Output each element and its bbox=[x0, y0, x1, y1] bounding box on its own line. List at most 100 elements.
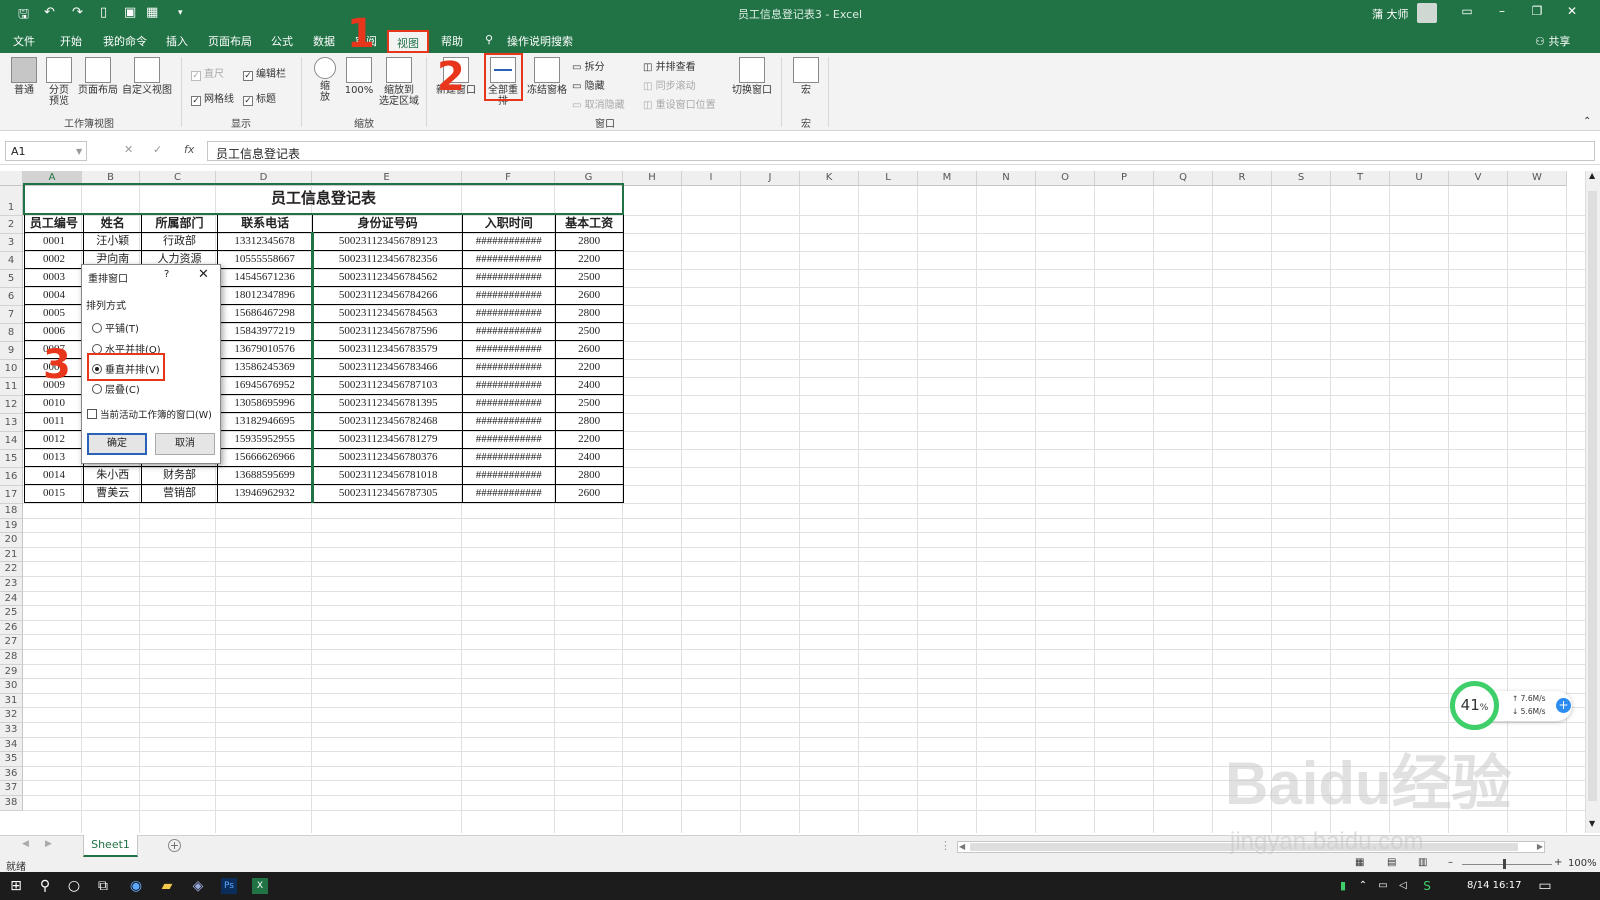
zoom-out-icon[interactable]: – bbox=[1448, 857, 1453, 868]
table-cell[interactable]: ############ bbox=[461, 394, 556, 413]
row-header[interactable]: 30 bbox=[0, 679, 23, 694]
radio-tiled[interactable]: 平铺(T) bbox=[92, 320, 139, 335]
zoom-slider-thumb[interactable] bbox=[1503, 859, 1506, 869]
column-header[interactable]: N bbox=[977, 171, 1036, 186]
row-header[interactable]: 16 bbox=[0, 468, 23, 486]
zoom-to-selection-button[interactable]: 缩放到 选定区域 bbox=[377, 57, 421, 107]
header-cell[interactable]: 员工编号 bbox=[23, 213, 85, 233]
row-header[interactable]: 3 bbox=[0, 234, 23, 252]
view-side-by-side-button[interactable]: ◫ 并排查看 bbox=[643, 58, 696, 73]
table-cell[interactable]: ############ bbox=[461, 250, 556, 269]
memory-usage-ring[interactable]: 41% bbox=[1450, 681, 1499, 730]
photoshop-icon[interactable]: Ps bbox=[221, 878, 237, 894]
table-cell[interactable]: 500231123456782468 bbox=[311, 412, 463, 431]
row-header[interactable]: 33 bbox=[0, 723, 23, 738]
spreadsheet-grid[interactable]: ABCDEFGHIJKLMNOPQRSTUVW 1 2 3 4 5 6 7 8 9 10 11 12 1… bbox=[0, 171, 1600, 833]
table-cell[interactable]: 500231123456789123 bbox=[311, 232, 463, 251]
table-cell[interactable]: 2800 bbox=[554, 466, 624, 485]
row-header[interactable]: 9 bbox=[0, 342, 23, 360]
close-icon[interactable]: ✕ bbox=[1560, 4, 1584, 18]
tab-insert[interactable]: 插入 bbox=[166, 33, 188, 49]
normal-view-button[interactable]: 普通 bbox=[7, 57, 41, 96]
table-cell[interactable]: 2200 bbox=[554, 358, 624, 377]
scroll-left-icon[interactable]: ◀ bbox=[959, 842, 965, 851]
table-cell[interactable]: 朱小西 bbox=[83, 466, 143, 485]
table-cell[interactable]: 0013 bbox=[23, 448, 85, 467]
row-header[interactable]: 23 bbox=[0, 577, 23, 592]
zoom-button[interactable]: 缩 放 bbox=[310, 57, 340, 103]
add-sheet-icon[interactable]: + bbox=[168, 839, 181, 852]
search-icon[interactable]: ⚲ bbox=[37, 878, 53, 894]
row-header[interactable]: 29 bbox=[0, 664, 23, 680]
page-break-preview-button[interactable]: 分页 预览 bbox=[45, 57, 73, 107]
table-cell[interactable]: 500231123456787596 bbox=[311, 322, 463, 341]
tab-page-layout[interactable]: 页面布局 bbox=[208, 33, 252, 49]
table-cell[interactable]: ############ bbox=[461, 340, 556, 359]
tab-data[interactable]: 数据 bbox=[313, 33, 335, 49]
table-cell[interactable]: 2500 bbox=[554, 394, 624, 413]
table-cell[interactable]: 0010 bbox=[23, 394, 85, 413]
table-cell[interactable]: 500231123456784563 bbox=[311, 304, 463, 323]
table-cell[interactable]: 500231123456782356 bbox=[311, 250, 463, 269]
table-cell[interactable]: 0005 bbox=[23, 304, 85, 323]
table-cell[interactable]: 2600 bbox=[554, 340, 624, 359]
row-header[interactable]: 13 bbox=[0, 414, 23, 432]
table-cell[interactable]: 500231123456787305 bbox=[311, 484, 463, 503]
table-cell[interactable]: 15935952955 bbox=[216, 430, 314, 449]
row-header[interactable]: 2 bbox=[0, 216, 23, 234]
network-monitor-widget[interactable]: ↑ 7.6M/s ↓ 5.6M/s + 41% bbox=[1450, 681, 1574, 730]
cortana-icon[interactable]: ○ bbox=[66, 878, 82, 894]
enter-icon[interactable]: ✓ bbox=[153, 143, 162, 156]
custom-views-button[interactable]: 自定义视图 bbox=[121, 57, 173, 96]
user-name[interactable]: 蒲 大师 bbox=[1372, 6, 1409, 22]
zoom-in-icon[interactable]: + bbox=[1554, 857, 1562, 868]
table-cell[interactable]: 0014 bbox=[23, 466, 85, 485]
ok-button[interactable]: 确定 bbox=[87, 433, 147, 455]
header-cell[interactable]: 姓名 bbox=[83, 213, 143, 233]
tab-help[interactable]: 帮助 bbox=[441, 33, 463, 49]
table-cell[interactable]: 13586245369 bbox=[216, 358, 314, 377]
table-cell[interactable]: 0012 bbox=[23, 430, 85, 449]
minimize-icon[interactable]: – bbox=[1490, 4, 1514, 18]
row-header[interactable]: 31 bbox=[0, 693, 23, 709]
page-layout-view-button[interactable]: 页面布局 bbox=[77, 57, 119, 96]
cancel-icon[interactable]: ✕ bbox=[124, 143, 133, 156]
table-cell[interactable]: 0015 bbox=[23, 484, 85, 503]
table-cell[interactable]: 财务部 bbox=[141, 466, 218, 485]
row-header[interactable]: 26 bbox=[0, 620, 23, 636]
column-header[interactable]: M bbox=[918, 171, 977, 186]
row-header[interactable]: 38 bbox=[0, 796, 23, 811]
table-cell[interactable]: 营销部 bbox=[141, 484, 218, 503]
row-header[interactable]: 7 bbox=[0, 306, 23, 324]
cancel-button[interactable]: 取消 bbox=[155, 433, 215, 455]
row-header[interactable]: 35 bbox=[0, 752, 23, 767]
row-header[interactable]: 37 bbox=[0, 781, 23, 796]
table-cell[interactable]: 0001 bbox=[23, 232, 85, 251]
row-header[interactable]: 14 bbox=[0, 432, 23, 450]
header-cell[interactable]: 所属部门 bbox=[141, 213, 218, 233]
notification-icon[interactable]: ▭ bbox=[1537, 878, 1553, 894]
column-header[interactable]: P bbox=[1095, 171, 1154, 186]
table-cell[interactable]: 500231123456781018 bbox=[311, 466, 463, 485]
prev-sheet-icon[interactable]: ◀ bbox=[22, 839, 29, 849]
table-cell[interactable]: 2500 bbox=[554, 322, 624, 341]
table-cell[interactable]: 18012347896 bbox=[216, 286, 314, 305]
namebox-dropdown-icon[interactable]: ▼ bbox=[76, 147, 82, 156]
table-cell[interactable]: 13946962932 bbox=[216, 484, 314, 503]
table-cell[interactable]: 15686467298 bbox=[216, 304, 314, 323]
column-header[interactable]: O bbox=[1036, 171, 1095, 186]
tab-view[interactable]: 视图 bbox=[387, 30, 429, 53]
page-layout-icon[interactable]: ▤ bbox=[1387, 857, 1396, 868]
table-cell[interactable]: 行政部 bbox=[141, 232, 218, 251]
name-box[interactable]: A1 bbox=[5, 141, 87, 161]
table-title[interactable]: 员工信息登记表 bbox=[23, 183, 624, 215]
column-header[interactable]: J bbox=[741, 171, 800, 186]
table-cell[interactable]: ############ bbox=[461, 376, 556, 395]
table-cell[interactable]: 13182946695 bbox=[216, 412, 314, 431]
table-cell[interactable]: 2200 bbox=[554, 430, 624, 449]
restore-icon[interactable]: ❐ bbox=[1525, 4, 1549, 18]
column-header[interactable]: K bbox=[800, 171, 859, 186]
header-cell[interactable]: 联系电话 bbox=[216, 213, 314, 233]
table-cell[interactable]: 2200 bbox=[554, 250, 624, 269]
vertical-scrollbar[interactable]: ▲ ▼ bbox=[1585, 171, 1600, 833]
